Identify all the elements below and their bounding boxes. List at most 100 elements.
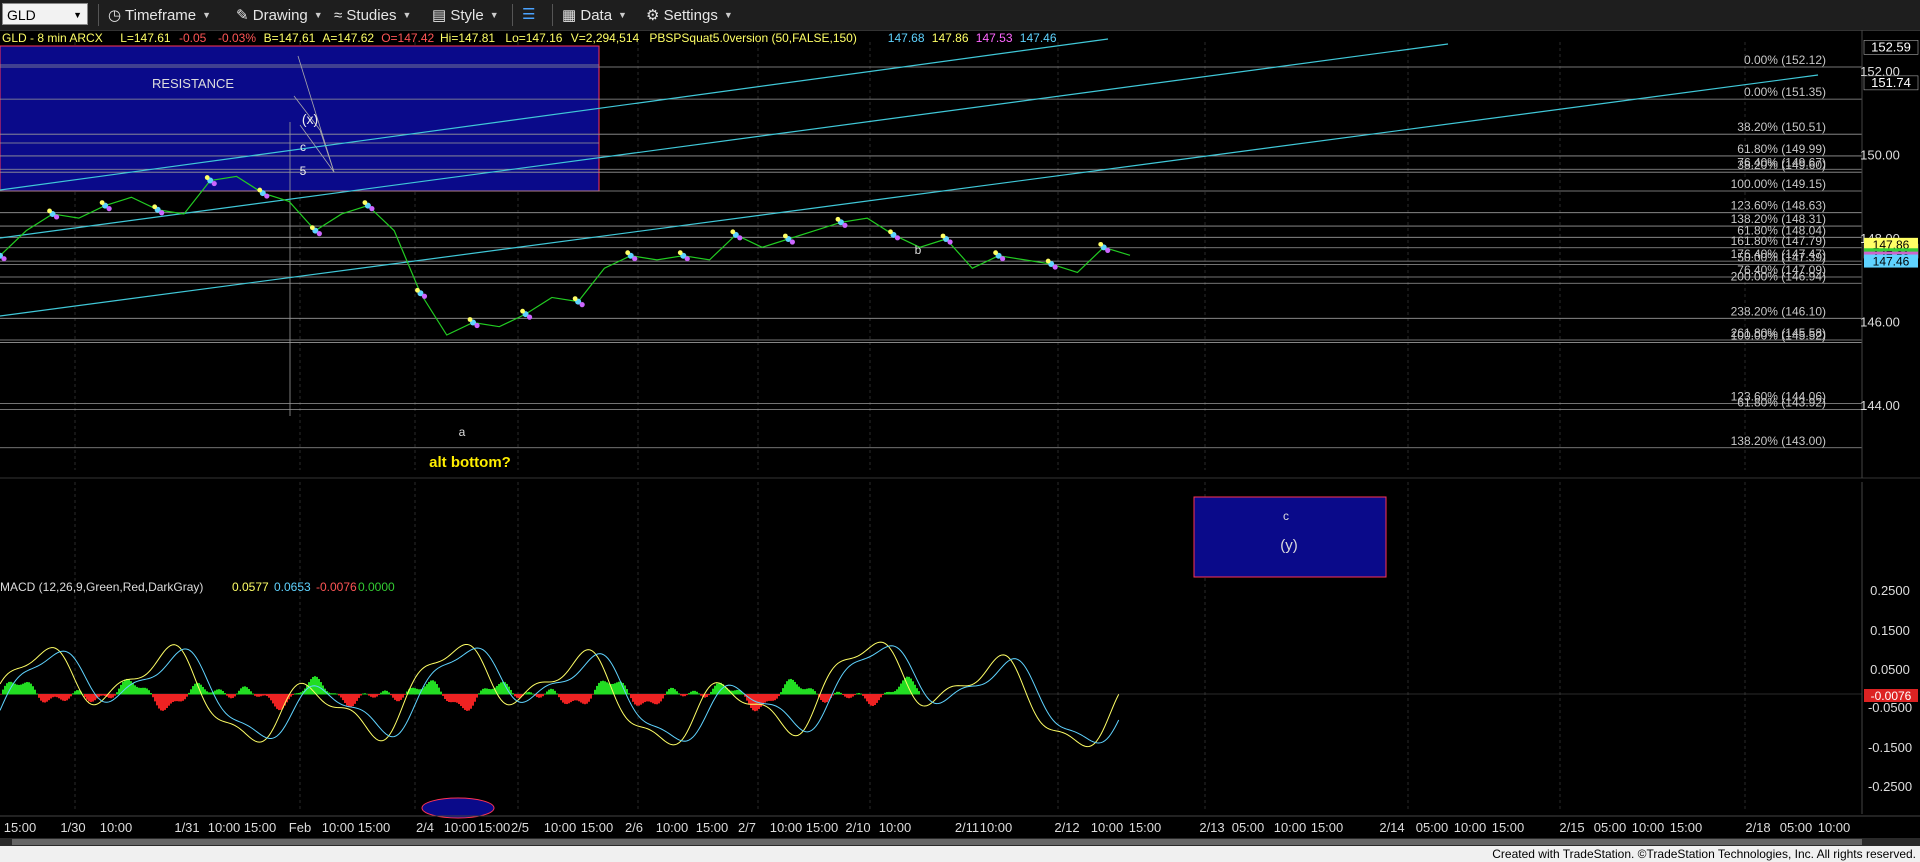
macd-hist-down — [400, 694, 402, 700]
macd-hist-up — [898, 686, 900, 695]
price-dot-magenta — [842, 222, 848, 228]
time-tick-label: 2/15 — [1559, 820, 1584, 835]
macd-hist-up — [414, 688, 416, 695]
macd-hist-up — [786, 681, 788, 695]
macd-hist-down — [226, 694, 228, 696]
macd-hist-down — [464, 694, 466, 710]
macd-hist-up — [690, 691, 692, 695]
macd-hist-down — [280, 694, 282, 710]
macd-hist-up — [914, 684, 916, 695]
data-icon: ▦ — [562, 7, 577, 24]
header-field: A=147.62 — [322, 31, 374, 45]
macd-hist-up — [552, 689, 554, 695]
macd-hist-up — [802, 689, 804, 695]
macd-hist-up — [246, 687, 248, 695]
macd-hist-up — [334, 693, 336, 695]
style-icon: ▤ — [432, 7, 447, 24]
macd-hist-up — [532, 693, 534, 695]
study-value: 147.68 — [888, 31, 925, 45]
macd-hist-down — [396, 694, 398, 702]
timeframe-label: Timeframe — [125, 7, 197, 24]
macd-hist-up — [892, 691, 894, 695]
macd-hist-up — [688, 693, 690, 695]
macd-hist-down — [776, 694, 778, 699]
macd-hist-down — [680, 694, 682, 696]
macd-hist-down — [646, 694, 648, 702]
price-dot-yellow — [309, 225, 315, 231]
timeframe-menu[interactable]: ◷ Timeframe ▼ — [108, 6, 211, 25]
macd-hist-up — [916, 688, 918, 695]
macd-hist-down — [270, 694, 272, 701]
macd-hist-down — [338, 694, 340, 696]
macd-hist-down — [278, 694, 280, 711]
drawing-menu[interactable]: ✎ Drawing ▼ — [236, 6, 323, 25]
macd-hist-down — [228, 694, 230, 698]
gear-icon: ⚙ — [646, 7, 660, 24]
price-chart[interactable]: 0.00% (152.12) 0.00% (151.35) 38.20% (150.… — [0, 30, 1920, 846]
macd-hist-down — [470, 694, 472, 709]
macd-hist-down — [70, 694, 72, 697]
macd-hist-down — [60, 694, 62, 700]
macd-hist-down — [752, 694, 754, 711]
footer: Created with TradeStation. ©TradeStation… — [0, 846, 1920, 862]
macd-hist-down — [662, 694, 664, 699]
header-field: Lo=147.16 — [505, 31, 562, 45]
macd-hist-down — [356, 694, 358, 701]
time-tick-label: 2/14 — [1379, 820, 1404, 835]
macd-hist-up — [798, 686, 800, 695]
fib-label: 161.80% (147.79) — [1731, 234, 1826, 248]
scrollbar-thumb[interactable] — [12, 839, 1862, 845]
macd-hist-up — [628, 693, 630, 695]
macd-hist-down — [390, 694, 392, 696]
time-tick-label: 2/13 — [1199, 820, 1224, 835]
price-dot-magenta — [106, 206, 112, 212]
macd-hist-up — [298, 692, 300, 695]
data-menu[interactable]: ▦ Data ▼ — [562, 6, 627, 25]
macd-hist-up — [606, 682, 608, 695]
horizontal-scrollbar[interactable] — [0, 838, 1920, 846]
macd-hist-down — [580, 694, 582, 703]
macd-title: MACD (12,26,9,Green,Red,DarkGray) — [0, 580, 203, 594]
macd-hist-down — [372, 694, 374, 698]
macd-hist-up — [616, 682, 618, 695]
header-field: L=147.61 — [120, 31, 171, 45]
macd-hist-down — [630, 694, 632, 699]
macd-hist-up — [424, 686, 426, 695]
macd-hist-down — [462, 694, 464, 709]
macd-hist-up — [598, 682, 600, 695]
price-dot-yellow — [47, 208, 52, 214]
macd-hist-down — [848, 694, 850, 699]
macd-hist-down — [458, 694, 460, 705]
macd-hist-down — [398, 694, 400, 702]
macd-hist-up — [838, 691, 840, 695]
time-tick-label: 15:00 — [581, 820, 614, 835]
price-dot-magenta — [737, 235, 743, 241]
macd-hist-up — [512, 693, 514, 695]
style-menu[interactable]: ▤ Style ▼ — [432, 6, 499, 25]
macd-hist-down — [864, 694, 866, 699]
studies-menu[interactable]: ≈ Studies ▼ — [334, 6, 411, 25]
drawing-label: Drawing — [252, 7, 308, 24]
header-field: O=147.42 — [381, 31, 434, 45]
macd-hist-down — [642, 694, 644, 704]
macd-hist-down — [648, 694, 650, 702]
price-series-layer — [0, 175, 1131, 336]
time-tick-label: 10:00 — [879, 820, 912, 835]
macd-hist-up — [548, 689, 550, 695]
symbol-dropdown-icon[interactable]: ▼ — [73, 4, 82, 26]
macd-hist-up — [498, 684, 500, 695]
macd-hist-down — [582, 694, 584, 704]
macd-hist-down — [234, 694, 236, 697]
settings-menu[interactable]: ⚙ Settings ▼ — [646, 6, 733, 25]
macd-hist-up — [544, 693, 546, 695]
time-tick-label: 10:00 — [1274, 820, 1307, 835]
macd-hist-down — [558, 694, 560, 698]
macd-hist-down — [268, 694, 270, 698]
layout-button[interactable]: ☰ — [522, 6, 535, 24]
symbol-input[interactable]: GLD ▼ — [2, 3, 88, 25]
header-field: -0.05 — [179, 31, 207, 45]
macd-hist-down — [560, 694, 562, 701]
macd-hist-up — [22, 683, 24, 695]
macd-hist-up — [594, 689, 596, 695]
macd-hist-down — [706, 694, 708, 697]
